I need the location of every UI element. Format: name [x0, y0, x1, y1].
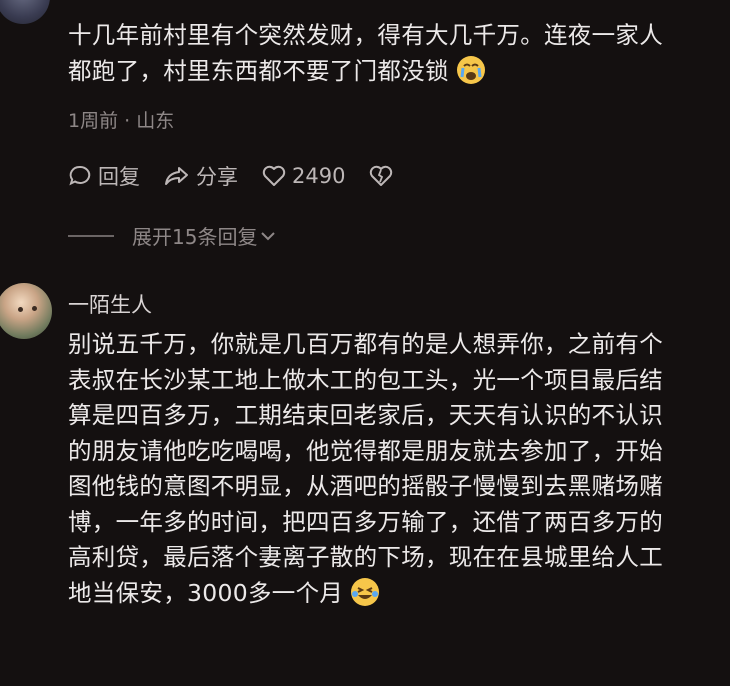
- heart-icon: [262, 165, 286, 186]
- broken-heart-icon: [370, 165, 393, 186]
- like-button[interactable]: 2490: [262, 164, 345, 188]
- crying-face-icon: [456, 55, 485, 84]
- share-button[interactable]: 分享: [164, 161, 238, 191]
- dislike-button[interactable]: [369, 165, 399, 187]
- username[interactable]: 一陌生人: [68, 289, 712, 319]
- comment-text: 别说五千万，你就是几百万都有的是人想弄你，之前有个 表叔在长沙某工地上做木工的包…: [68, 330, 663, 607]
- speech-bubble-icon: [69, 165, 91, 186]
- share-arrow-icon: [165, 167, 188, 185]
- comment-meta: 1周前 · 山东: [68, 110, 175, 132]
- avatar[interactable]: [0, 283, 52, 339]
- avatar[interactable]: [0, 0, 50, 24]
- comment-2: 一陌生人 别说五千万，你就是几百万都有的是人想弄你，之前有个 表叔在长沙某工地上…: [68, 289, 712, 611]
- comment-actions: 回复 分享 2490: [68, 161, 712, 191]
- divider: [68, 234, 114, 237]
- reply-button[interactable]: 回复: [68, 161, 140, 191]
- comment-text: 十几年前村里有个突然发财，得有大几千万。连夜一家人 都跑了，村里东西都不要了门都…: [68, 21, 663, 85]
- laughing-tears-icon: [351, 577, 379, 606]
- expand-replies-button[interactable]: 展开15条回复: [68, 221, 712, 250]
- comment-1: 十几年前村里有个突然发财，得有大几千万。连夜一家人 都跑了，村里东西都不要了门都…: [68, 18, 712, 250]
- chevron-down-icon: [261, 231, 276, 240]
- like-count: 2490: [292, 164, 346, 188]
